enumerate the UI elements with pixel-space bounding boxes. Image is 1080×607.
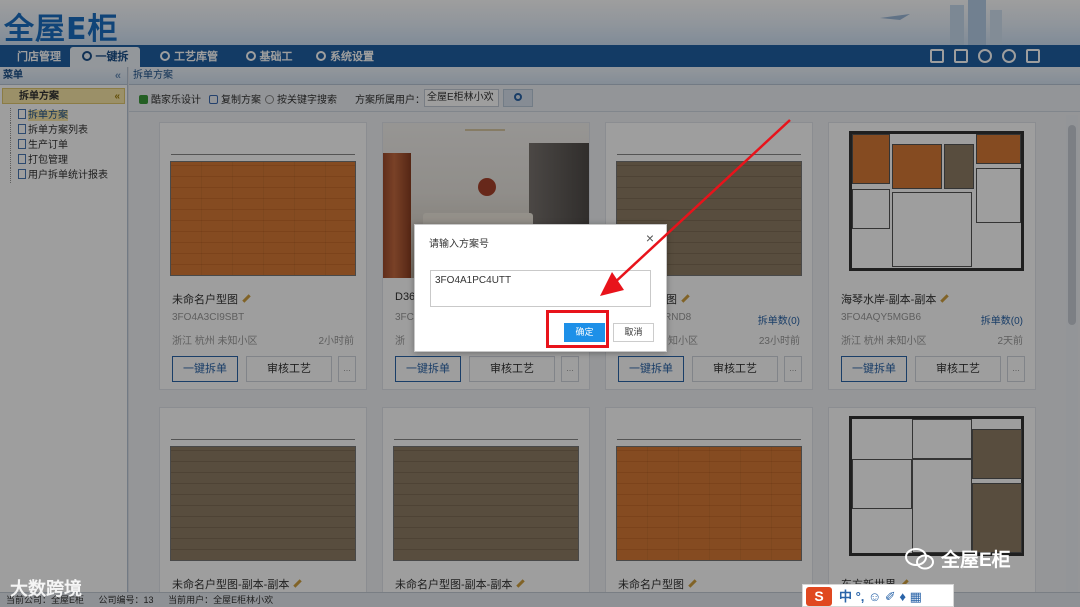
- plan-number-dialog: 请输入方案号 × 确定 取消: [414, 224, 667, 352]
- ime-toolbar[interactable]: S 中 °, ☺ ✐ ♦ ▦: [802, 584, 954, 607]
- cancel-button[interactable]: 取消: [613, 323, 654, 342]
- close-icon[interactable]: ×: [646, 231, 654, 245]
- plan-number-input[interactable]: [430, 270, 651, 307]
- dialog-title: 请输入方案号: [429, 239, 489, 250]
- watermark-right: 全屋E柜: [905, 545, 1011, 572]
- watermark-left: 大数跨境: [10, 579, 82, 599]
- wechat-icon: [905, 548, 934, 570]
- ime-tools[interactable]: 中 °, ☺ ✐ ♦ ▦: [839, 587, 922, 606]
- sogou-ime-icon[interactable]: S: [806, 587, 832, 606]
- confirm-highlight-box: [546, 310, 609, 348]
